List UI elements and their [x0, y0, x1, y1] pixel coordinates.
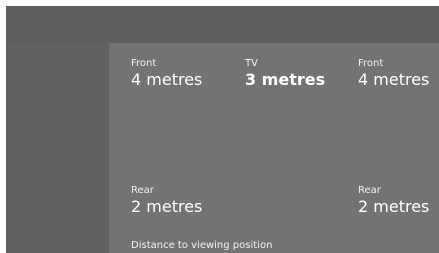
header-band — [6, 6, 439, 43]
left-panel — [6, 43, 109, 253]
speaker-distance-panel: Front 4 metres TV 3 metres Front 4 metre… — [109, 43, 439, 253]
speaker-tv[interactable]: TV 3 metres — [245, 58, 325, 89]
footer-caption: Distance to viewing position — [131, 240, 273, 251]
speaker-rear-left[interactable]: Rear 2 metres — [131, 185, 202, 216]
speaker-tv-distance: 3 metres — [245, 70, 326, 89]
speaker-front-right-distance: 4 metres — [358, 70, 430, 89]
speaker-front-left-label: Front — [131, 58, 157, 69]
speaker-rear-right[interactable]: Rear 2 metres — [358, 185, 429, 216]
speaker-rear-right-distance: 2 metres — [358, 197, 430, 216]
speaker-front-right-label: Front — [358, 58, 384, 69]
speaker-front-right[interactable]: Front 4 metres — [358, 58, 429, 89]
speaker-front-left[interactable]: Front 4 metres — [131, 58, 202, 89]
speaker-front-left-distance: 4 metres — [131, 70, 203, 89]
speaker-tv-label: TV — [245, 58, 258, 69]
speaker-rear-left-label: Rear — [131, 185, 154, 196]
speaker-distance-screen: Front 4 metres TV 3 metres Front 4 metre… — [6, 6, 439, 253]
speaker-rear-left-distance: 2 metres — [131, 197, 203, 216]
speaker-rear-right-label: Rear — [358, 185, 381, 196]
